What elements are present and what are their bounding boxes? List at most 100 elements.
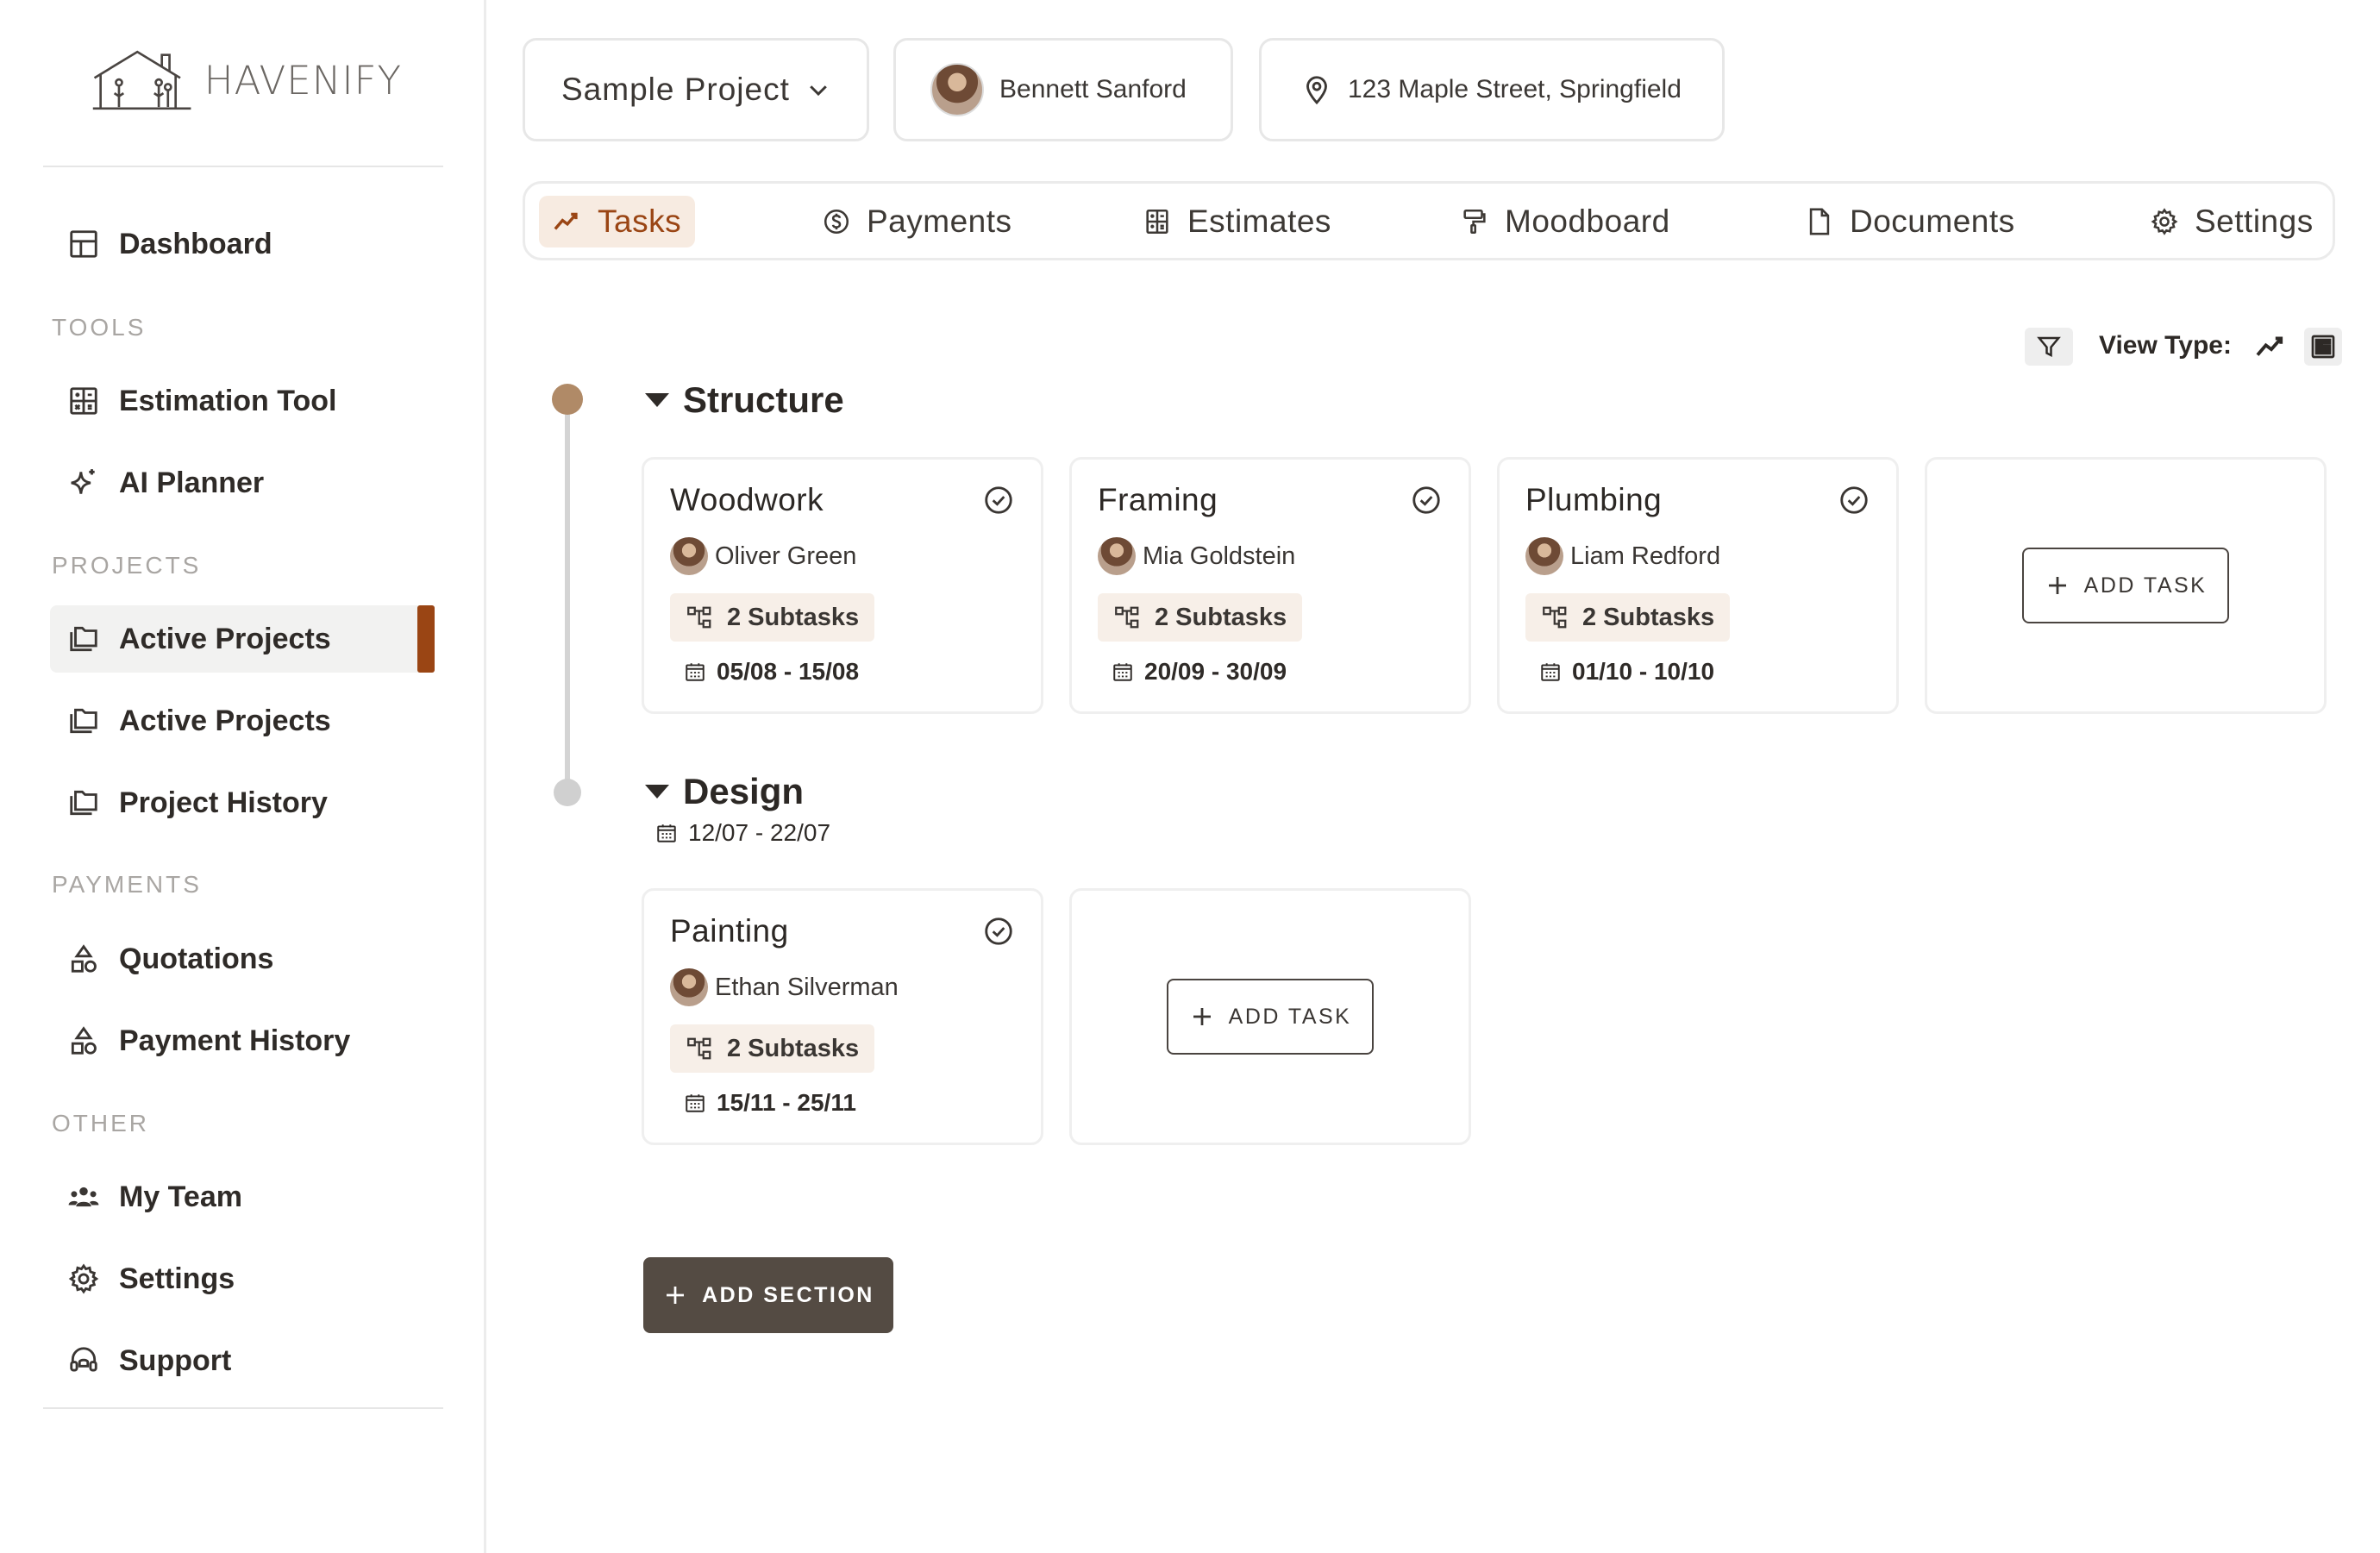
task-card-woodwork[interactable]: Woodwork Oliver Green 2 Subtasks 05/08 -… <box>642 457 1043 714</box>
tab-label: Documents <box>1850 204 2015 239</box>
section-header-structure[interactable]: Structure <box>645 379 844 421</box>
avatar <box>670 968 708 1006</box>
sidebar-item-label: AI Planner <box>119 466 265 499</box>
filter-button[interactable] <box>2025 328 2073 366</box>
sidebar-item-estimation-tool[interactable]: Estimation Tool <box>50 367 435 435</box>
task-dates: 05/08 - 15/08 <box>684 658 859 686</box>
sparkle-icon <box>66 465 102 501</box>
calculator-icon <box>66 383 102 419</box>
timeline-dot <box>554 779 581 806</box>
project-selector[interactable]: Sample Project <box>523 38 869 141</box>
tab-moodboard[interactable]: Moodboard <box>1460 196 1670 247</box>
folders-icon <box>66 785 102 821</box>
calculator-icon <box>1146 209 1168 235</box>
collapse-triangle-icon <box>645 393 669 407</box>
folders-icon <box>66 621 102 657</box>
tab-payments[interactable]: Payments <box>822 196 1012 247</box>
date-range: 05/08 - 15/08 <box>717 658 860 685</box>
subtasks-count: 2 Subtasks <box>1155 603 1287 631</box>
assignee-name: Oliver Green <box>715 542 857 570</box>
subtasks-badge[interactable]: 2 Subtasks <box>670 593 875 642</box>
tab-label: Payments <box>867 204 1012 239</box>
view-type-label: View Type: <box>2099 331 2232 360</box>
task-dates: 01/10 - 10/10 <box>1539 658 1714 686</box>
section-header-design[interactable]: Design <box>645 771 804 812</box>
project-address: 123 Maple Street, Springfield <box>1348 75 1682 103</box>
section-heading-other: OTHER <box>52 1110 149 1137</box>
sidebar-item-payment-history[interactable]: Payment History <box>50 1007 435 1074</box>
check-circle-icon[interactable] <box>1410 484 1443 517</box>
check-circle-icon[interactable] <box>982 484 1015 517</box>
avatar <box>670 537 708 575</box>
sidebar-item-project-history[interactable]: Project History <box>50 769 435 836</box>
sidebar-item-label: Project History <box>119 786 328 819</box>
calendar-icon <box>1113 663 1132 681</box>
subtasks-badge[interactable]: 2 Subtasks <box>1098 593 1303 642</box>
dollar-icon <box>824 209 849 235</box>
sidebar-item-support[interactable]: Support <box>50 1327 435 1394</box>
sidebar-item-settings[interactable]: Settings <box>50 1245 435 1312</box>
subtasks-count: 2 Subtasks <box>727 1034 860 1062</box>
active-indicator <box>417 605 435 673</box>
subtasks-badge[interactable]: 2 Subtasks <box>1525 593 1731 642</box>
tab-tasks[interactable]: Tasks <box>539 196 696 247</box>
sidebar: HAVENIFY Dashboard TOOLS Estimation Tool… <box>0 0 486 1553</box>
add-task-button[interactable]: ADD TASK <box>1167 979 1374 1055</box>
gear-icon <box>2151 208 2178 235</box>
calendar-icon <box>657 824 676 842</box>
sidebar-item-ai-planner[interactable]: AI Planner <box>50 449 435 517</box>
date-range: 20/09 - 30/09 <box>1144 658 1287 685</box>
section-heading-tools: TOOLS <box>52 314 147 341</box>
subtasks-count: 2 Subtasks <box>1582 603 1715 631</box>
task-card-plumbing[interactable]: Plumbing Liam Redford 2 Subtasks 01/10 -… <box>1497 457 1899 714</box>
tab-documents[interactable]: Documents <box>1805 196 2015 247</box>
subtasks-badge[interactable]: 2 Subtasks <box>670 1024 875 1073</box>
sidebar-item-quotations[interactable]: Quotations <box>50 925 435 993</box>
tab-estimates[interactable]: Estimates <box>1143 196 1331 247</box>
tab-label: Settings <box>2195 204 2314 239</box>
tab-label: Tasks <box>598 204 682 239</box>
task-card-framing[interactable]: Framing Mia Goldstein 2 Subtasks 20/09 -… <box>1069 457 1471 714</box>
sidebar-item-my-team[interactable]: My Team <box>50 1163 435 1231</box>
client-chip[interactable]: Bennett Sanford <box>893 38 1233 141</box>
sidebar-item-active-projects[interactable]: Active Projects <box>50 605 435 673</box>
hierarchy-icon <box>1543 606 1567 629</box>
sidebar-item-dashboard[interactable]: Dashboard <box>50 210 435 278</box>
shapes-icon <box>66 1023 102 1059</box>
add-section-label: ADD SECTION <box>702 1282 874 1307</box>
task-name: Woodwork <box>670 482 824 517</box>
folders-icon <box>66 703 102 739</box>
house-logo-icon <box>92 50 191 110</box>
sidebar-item-label: Quotations <box>119 942 274 975</box>
avatar <box>1525 537 1563 575</box>
gear-icon <box>66 1261 102 1297</box>
task-name: Plumbing <box>1525 482 1663 517</box>
task-card-painting[interactable]: Painting Ethan Silverman 2 Subtasks 15/1… <box>642 888 1043 1145</box>
add-task-card: ADD TASK <box>1069 888 1471 1145</box>
add-task-button[interactable]: ADD TASK <box>2022 548 2229 623</box>
document-icon <box>1809 208 1830 235</box>
section-heading-payments: PAYMENTS <box>52 871 202 898</box>
tab-settings[interactable]: Settings <box>2150 196 2314 247</box>
avatar <box>930 63 984 116</box>
check-circle-icon[interactable] <box>1838 484 1870 517</box>
task-assignee: Oliver Green <box>670 537 856 575</box>
check-circle-icon[interactable] <box>982 915 1015 948</box>
board-view-button[interactable] <box>2304 328 2342 366</box>
board-view-icon <box>2311 335 2335 359</box>
task-name: Framing <box>1098 482 1218 517</box>
task-dates: 20/09 - 30/09 <box>1112 658 1287 686</box>
headset-icon <box>66 1343 102 1379</box>
section-dates: 12/07 - 22/07 <box>655 819 830 847</box>
add-section-button[interactable]: ADD SECTION <box>643 1257 893 1333</box>
address-chip[interactable]: 123 Maple Street, Springfield <box>1259 38 1725 141</box>
sidebar-divider <box>43 166 443 167</box>
sidebar-item-label: My Team <box>119 1180 242 1213</box>
date-range: 01/10 - 10/10 <box>1572 658 1715 685</box>
timeline-view-icon[interactable] <box>2254 333 2289 360</box>
sidebar-item-label: Settings <box>119 1262 235 1295</box>
sidebar-item-active-projects-2[interactable]: Active Projects <box>50 687 435 755</box>
brand-name: HAVENIFY <box>204 57 402 103</box>
section-title: Structure <box>683 379 844 420</box>
brand-logo[interactable]: HAVENIFY <box>91 41 402 119</box>
